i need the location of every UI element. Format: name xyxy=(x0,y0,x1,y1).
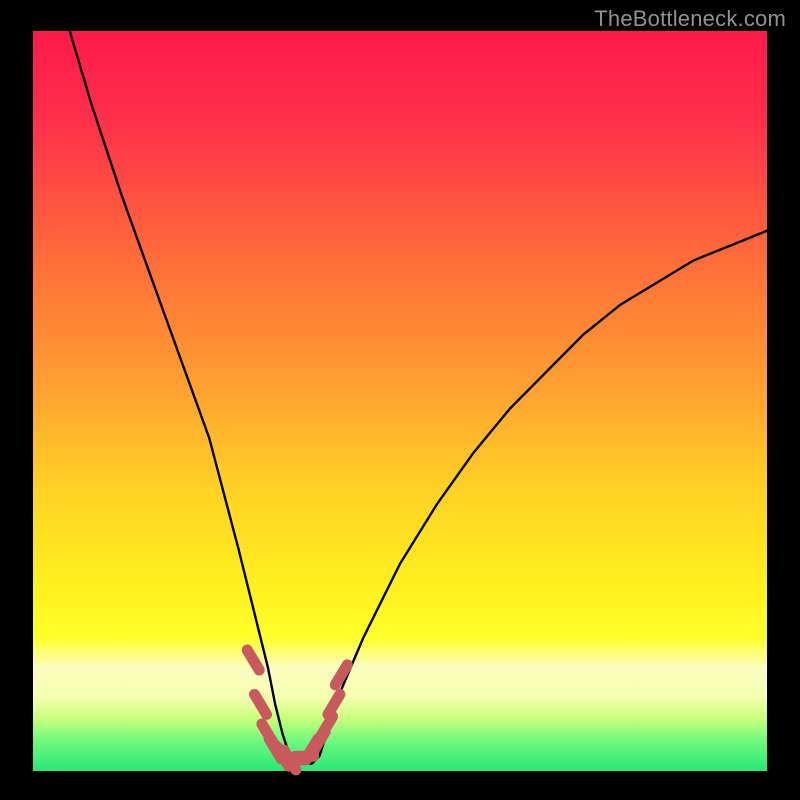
chart-stage: TheBottleneck.com xyxy=(0,0,800,800)
plot-area xyxy=(33,31,767,771)
watermark-text: TheBottleneck.com xyxy=(594,6,786,32)
bottleneck-chart xyxy=(0,0,800,800)
